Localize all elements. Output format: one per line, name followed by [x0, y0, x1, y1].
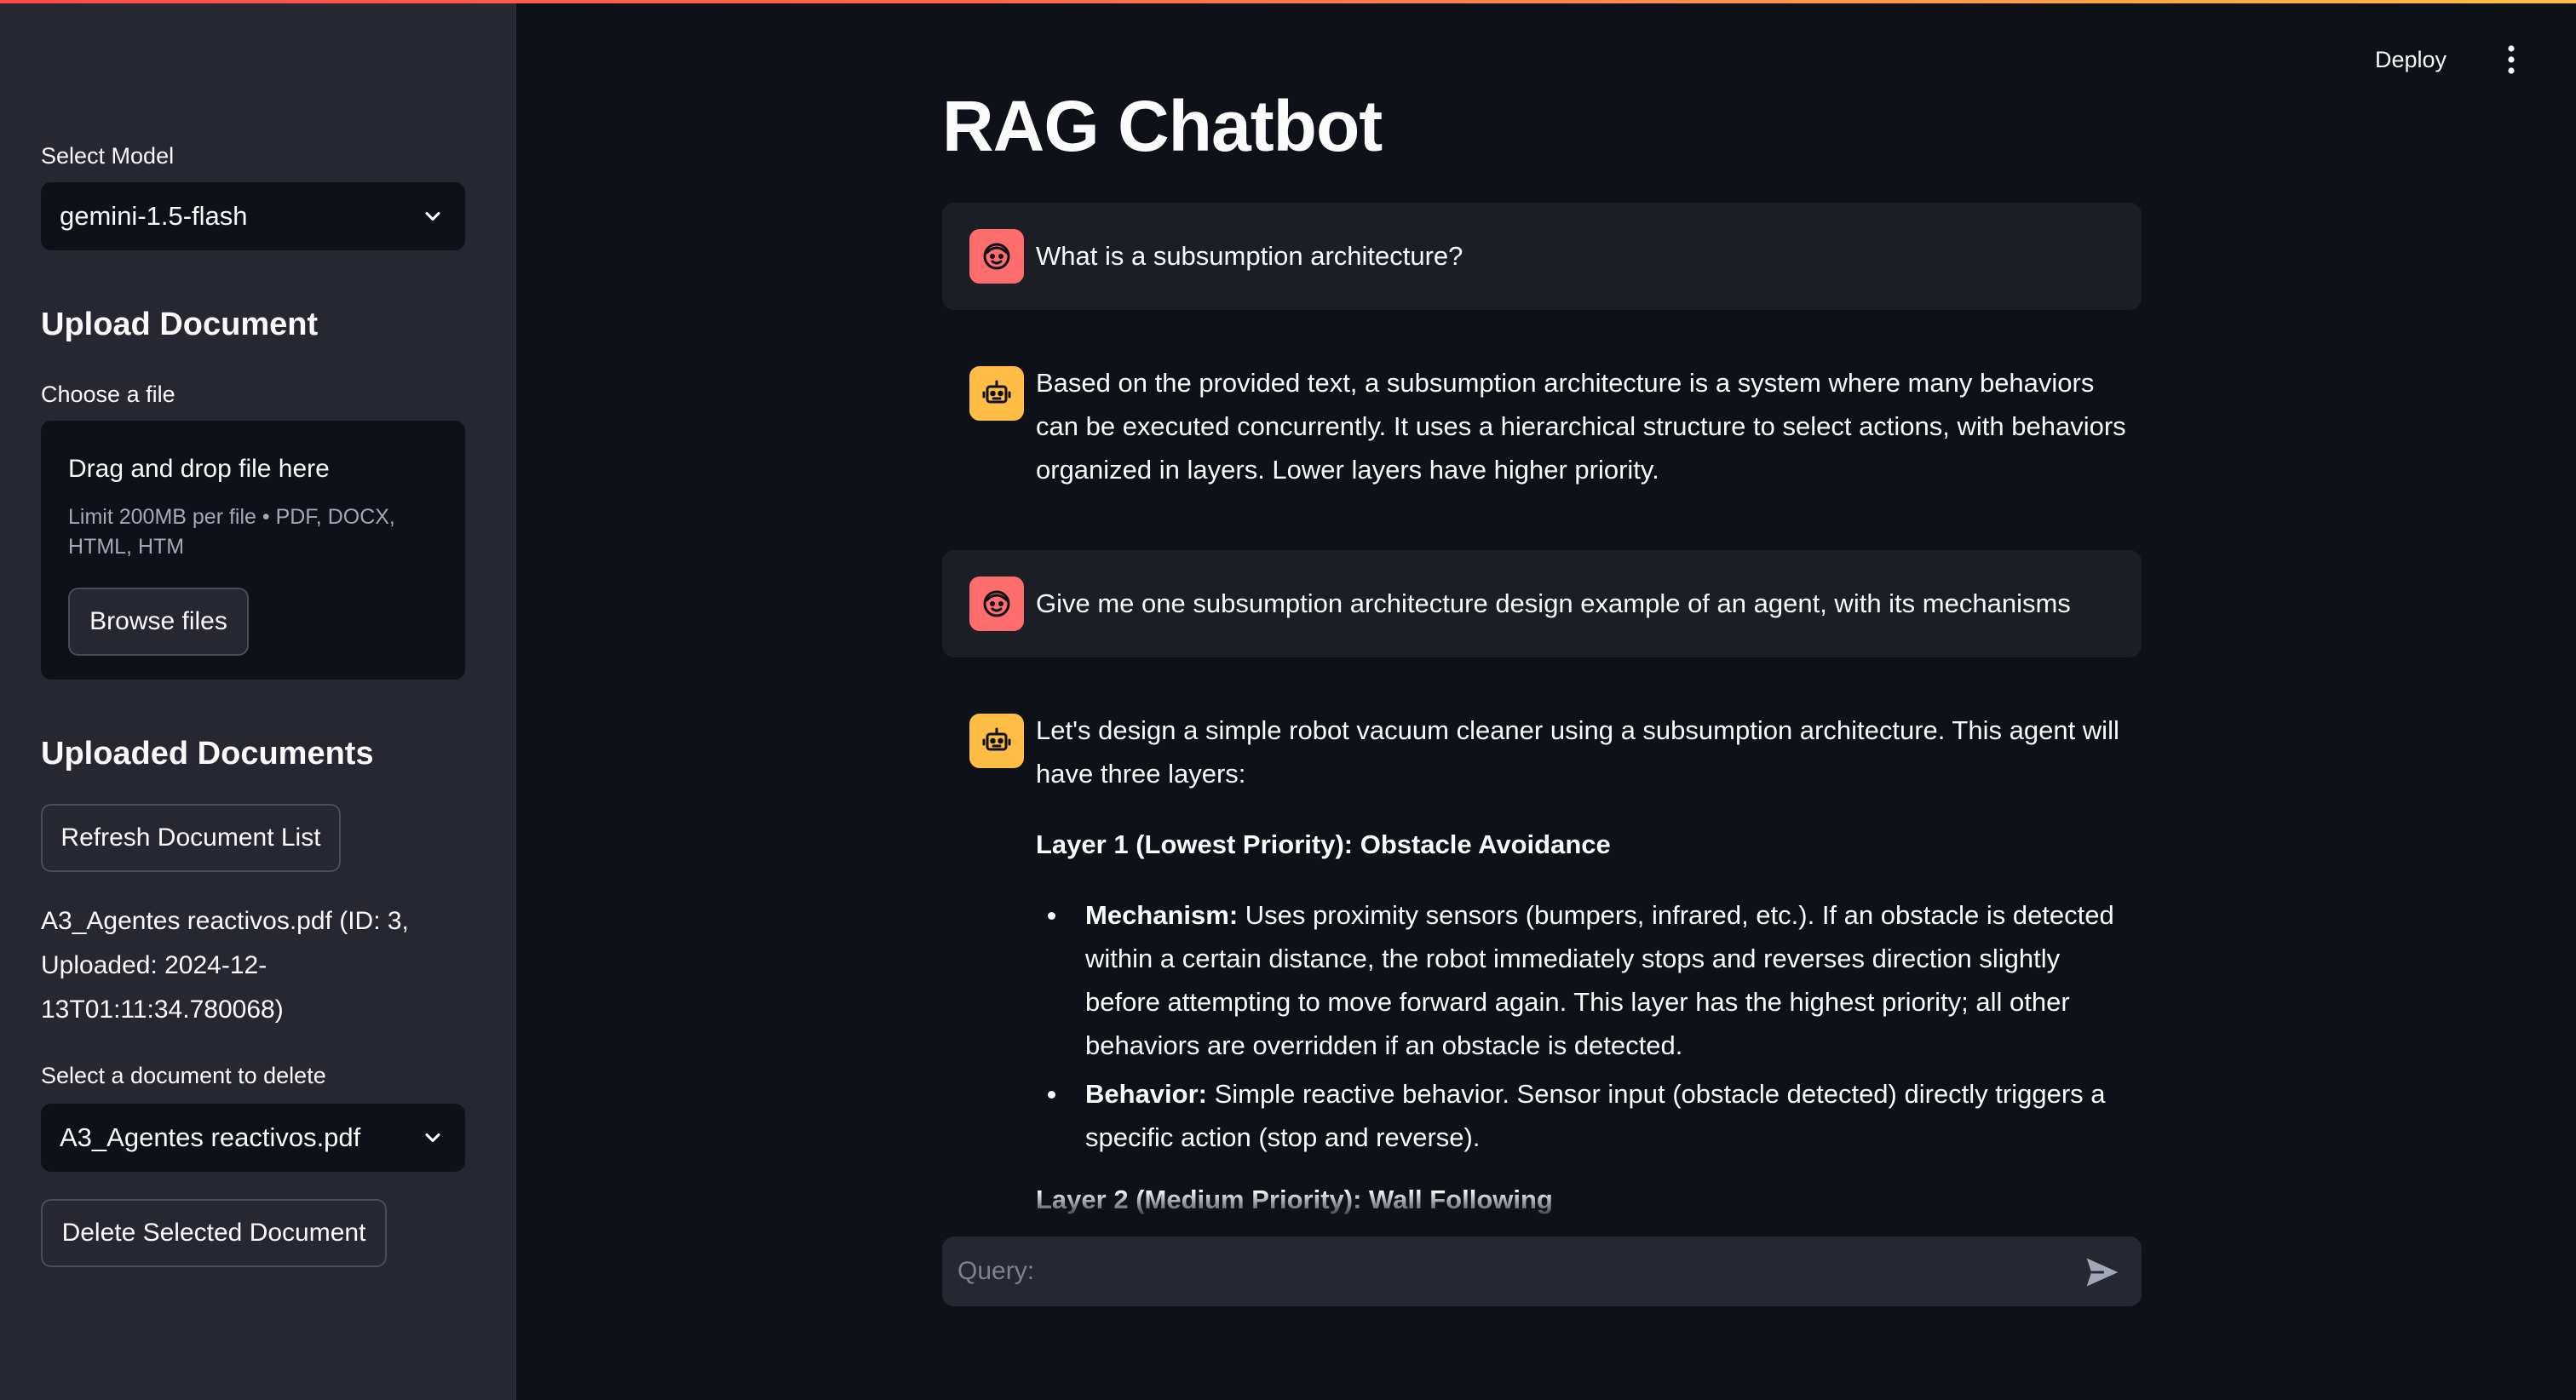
- delete-select-value: A3_Agentes reactivos.pdf: [60, 1122, 361, 1152]
- chevron-down-icon: [425, 211, 440, 221]
- choose-file-label: Choose a file: [41, 382, 175, 407]
- message-body: Let's design a simple robot vacuum clean…: [1036, 709, 2126, 1216]
- message-text: Give me one subsumption architecture des…: [1036, 588, 2071, 618]
- chevron-down-icon: [425, 1133, 440, 1143]
- assistant-avatar: [969, 714, 1024, 768]
- user-face-icon: [983, 243, 1010, 270]
- bullet-list: Mechanism: Uses proximity sensors (bumpe…: [1036, 893, 2126, 1159]
- message-text: What is a subsumption architecture?: [1036, 241, 1463, 271]
- bullet-text: Simple reactive behavior. Sensor input (…: [1085, 1079, 2106, 1152]
- list-item: Mechanism: Uses proximity sensors (bumpe…: [1036, 893, 2126, 1067]
- user-face-icon: [983, 590, 1010, 617]
- sidebar: Select Model gemini-1.5-flash Upload Doc…: [0, 3, 516, 1400]
- chat-message-user: What is a subsumption architecture?: [942, 203, 2142, 310]
- browse-files-button[interactable]: Browse files: [68, 588, 249, 656]
- list-item: Behavior: Simple reactive behavior. Sens…: [1036, 1072, 2126, 1159]
- deploy-button[interactable]: Deploy: [2375, 39, 2447, 80]
- delete-selected-document-button[interactable]: Delete Selected Document: [41, 1199, 387, 1267]
- chat-message-assistant: Based on the provided text, a subsumptio…: [942, 332, 2142, 536]
- message-intro: Let's design a simple robot vacuum clean…: [1036, 715, 2119, 789]
- app-root: Select Model gemini-1.5-flash Upload Doc…: [0, 0, 2576, 1400]
- bullet-label: Mechanism:: [1085, 900, 1239, 930]
- bullet-label: Behavior:: [1085, 1079, 1207, 1109]
- chat-message-assistant: Let's design a simple robot vacuum clean…: [942, 680, 2142, 1216]
- dropzone-limit-text: Limit 200MB per file • PDF, DOCX, HTML, …: [68, 505, 395, 559]
- refresh-document-list-button[interactable]: Refresh Document List: [41, 804, 341, 872]
- uploaded-documents-heading: Uploaded Documents: [41, 736, 374, 772]
- chat-messages: What is a subsumption architecture? Base…: [942, 203, 2142, 1216]
- user-avatar: [969, 577, 1024, 631]
- delete-select-label: Select a document to delete: [41, 1063, 326, 1088]
- select-model-label: Select Model: [41, 143, 175, 169]
- robot-icon: [982, 727, 1011, 751]
- assistant-avatar: [969, 366, 1024, 421]
- robot-icon: [982, 380, 1011, 404]
- uploaded-document-entry: A3_Agentes reactivos.pdf (ID: 3, Uploade…: [41, 907, 409, 1024]
- upload-document-heading: Upload Document: [41, 307, 319, 342]
- chat-message-user: Give me one subsumption architecture des…: [942, 550, 2142, 657]
- bullet-text: Uses proximity sensors (bumpers, infrare…: [1085, 900, 2114, 1060]
- query-input[interactable]: [942, 1236, 2050, 1306]
- user-avatar: [969, 229, 1024, 284]
- layer-heading: Layer 1 (Lowest Priority): Obstacle Avoi…: [1036, 829, 1611, 859]
- model-select-value: gemini-1.5-flash: [60, 201, 248, 231]
- page-title: RAG Chatbot: [942, 86, 1383, 166]
- more-options-icon[interactable]: [2496, 43, 2527, 77]
- delete-document-select[interactable]: A3_Agentes reactivos.pdf: [41, 1104, 465, 1172]
- dropzone-title: Drag and drop file here: [68, 455, 330, 483]
- send-icon[interactable]: [2084, 1254, 2121, 1291]
- chat-input-container: [942, 1236, 2142, 1306]
- file-dropzone[interactable]: Drag and drop file here Limit 200MB per …: [41, 421, 465, 680]
- scroll-fade: [942, 1191, 2142, 1216]
- message-text: Based on the provided text, a subsumptio…: [1036, 368, 2126, 485]
- model-select[interactable]: gemini-1.5-flash: [41, 182, 465, 250]
